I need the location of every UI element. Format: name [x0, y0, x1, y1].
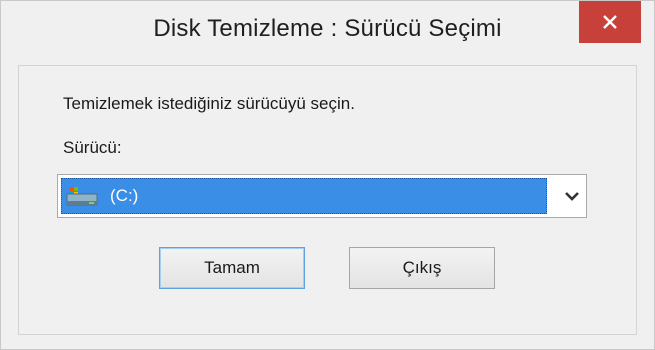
drive-label: Sürücü: — [63, 138, 122, 157]
drive-select-text: (C:) — [110, 186, 139, 205]
close-button[interactable] — [579, 1, 641, 43]
drive-select[interactable]: (C:) — [57, 174, 587, 218]
title-bar[interactable]: Disk Temizleme : Sürücü Seçimi — [1, 1, 654, 57]
chevron-down-icon[interactable] — [564, 189, 580, 203]
window-title: Disk Temizleme : Sürücü Seçimi — [153, 15, 502, 42]
exit-button[interactable]: Çıkış — [349, 247, 495, 289]
close-icon — [603, 15, 617, 29]
drive-select-value[interactable]: (C:) — [61, 178, 547, 214]
instruction-text: Temizlemek istediğiniz sürücüyü seçin. — [63, 94, 355, 113]
drive-icon — [66, 187, 98, 206]
ok-button[interactable]: Tamam — [159, 247, 305, 289]
dialog-content: Temizlemek istediğiniz sürücüyü seçin. S… — [18, 65, 637, 335]
dialog-window: Disk Temizleme : Sürücü Seçimi Temizleme… — [0, 0, 655, 350]
